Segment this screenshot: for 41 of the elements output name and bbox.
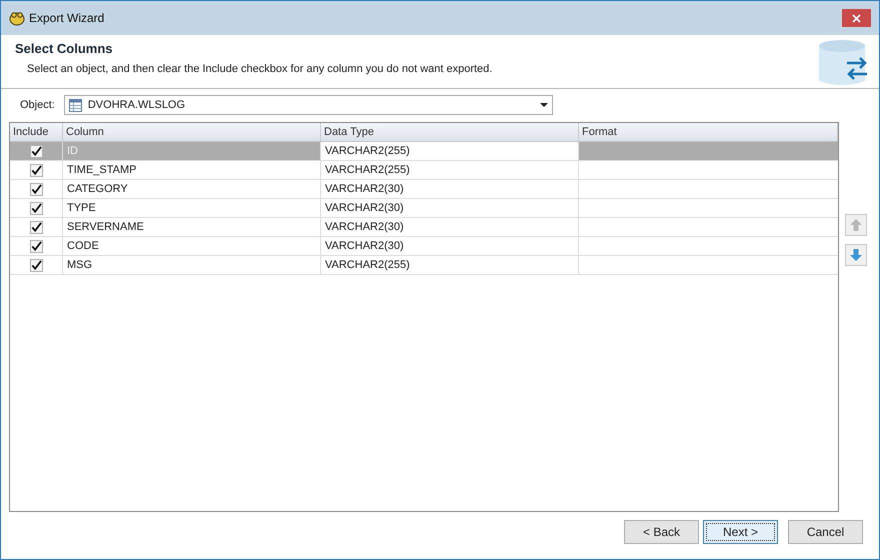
checkbox[interactable]: [30, 220, 42, 234]
object-value: DVOHRA.WLSLOG: [88, 98, 186, 113]
wizard-button[interactable]: Next >: [703, 520, 778, 544]
down-arrow-icon: [849, 248, 863, 262]
column-header[interactable]: Format: [579, 123, 838, 141]
wizard-button[interactable]: Cancel: [788, 520, 863, 544]
table-cell: SERVERNAME: [63, 218, 321, 236]
wizard-button[interactable]: < Back: [624, 520, 699, 544]
checkbox[interactable]: [30, 144, 42, 158]
step-description: Select an object, and then clear the Include checkbox for any column you do not want exported.: [27, 62, 494, 76]
checkbox[interactable]: [30, 202, 42, 214]
table-cell: CODE: [63, 237, 321, 255]
table-cell: VARCHAR2(30): [321, 199, 579, 217]
column-header[interactable]: Column: [63, 123, 321, 141]
column-header[interactable]: Data Type: [321, 123, 579, 141]
table-cell: VARCHAR2(30): [321, 180, 579, 198]
checkbox[interactable]: [30, 164, 42, 176]
table-cell: VARCHAR2(255): [321, 161, 579, 179]
table-cell: VARCHAR2(30): [321, 237, 579, 255]
window-title: Export Wizard: [29, 10, 104, 27]
table-cell: TIME_STAMP: [63, 161, 321, 179]
checkbox[interactable]: [30, 258, 42, 272]
object-dropdown[interactable]: DVOHRA.WLSLOG: [64, 95, 553, 115]
move-down-button[interactable]: [845, 244, 867, 266]
object-label: Object:: [20, 98, 55, 113]
table-icon: [68, 98, 82, 112]
checkbox[interactable]: [30, 240, 42, 252]
frog-icon: [9, 10, 25, 26]
table-cell: TYPE: [63, 199, 321, 217]
close-button[interactable]: [842, 9, 871, 27]
dropdown-caret-icon: [540, 103, 548, 107]
column-header[interactable]: Include: [10, 123, 63, 141]
table-cell: MSG: [63, 256, 321, 274]
table-cell: VARCHAR2(30): [321, 218, 579, 236]
up-arrow-icon: [849, 218, 863, 232]
checkbox[interactable]: [30, 182, 42, 196]
step-title: Select Columns: [15, 40, 114, 58]
table-cell: ID: [63, 142, 321, 160]
table-cell: VARCHAR2(255): [321, 256, 579, 274]
table-cell: CATEGORY: [63, 180, 321, 198]
close-icon: [852, 14, 861, 22]
